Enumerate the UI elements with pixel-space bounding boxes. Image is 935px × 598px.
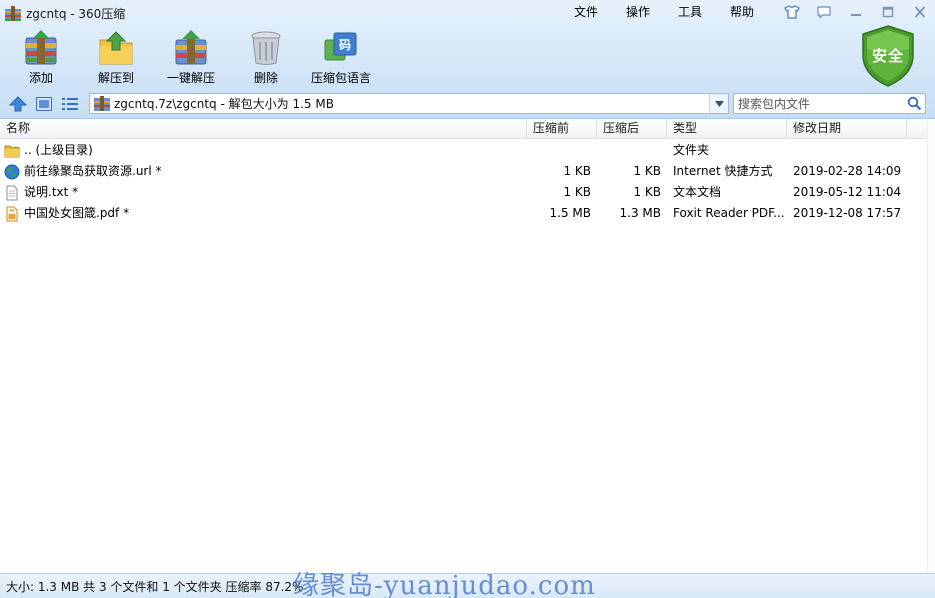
file-type: Foxit Reader PDF... <box>673 206 785 220</box>
file-packed-size: 1.3 MB <box>619 206 661 220</box>
table-row[interactable]: 说明.txt * 1 KB 1 KB 文本文档 2019-05-12 11:04 <box>0 182 935 203</box>
archive-icon <box>94 96 110 111</box>
navigation-row: zgcntq.7z\zgcntq - 解包大小为 1.5 MB <box>0 92 935 115</box>
minimize-icon <box>851 14 861 16</box>
pdf-file-icon <box>6 206 18 221</box>
column-header-packed[interactable]: 压缩后 <box>597 119 667 139</box>
menu-operation[interactable]: 操作 <box>612 4 664 20</box>
text-file-icon <box>6 185 18 200</box>
extract-to-icon <box>96 30 136 66</box>
column-header-type[interactable]: 类型 <box>667 119 787 139</box>
safety-badge[interactable]: 安全 <box>861 25 915 87</box>
close-icon <box>914 6 926 18</box>
window-title: zgcntq - 360压缩 <box>26 6 126 21</box>
title-bar: zgcntq - 360压缩 <box>5 5 125 21</box>
archive-language-label: 压缩包语言 <box>310 71 371 85</box>
extract-to-button[interactable]: 解压到 <box>74 30 158 86</box>
maximize-button[interactable] <box>872 3 904 21</box>
file-size: 1 KB <box>563 164 591 178</box>
safety-label: 安全 <box>871 47 904 65</box>
menu-help[interactable]: 帮助 <box>716 4 768 20</box>
view-thumbnail-button[interactable] <box>34 94 54 114</box>
address-path: zgcntq.7z\zgcntq - 解包大小为 1.5 MB <box>114 97 334 111</box>
column-header-date[interactable]: 修改日期 <box>787 119 907 139</box>
chevron-down-icon <box>714 100 724 107</box>
feedback-button[interactable] <box>808 3 840 21</box>
address-dropdown-button[interactable] <box>709 94 728 113</box>
file-packed-size: 1 KB <box>633 185 661 199</box>
go-up-button[interactable] <box>8 94 28 114</box>
watermark-text: 缘聚岛-yuanjudao.com <box>293 571 596 598</box>
one-click-extract-button[interactable]: 一键解压 <box>158 30 224 86</box>
list-view-icon <box>62 98 78 110</box>
archive-language-button[interactable]: 码 压缩包语言 <box>308 30 374 86</box>
minimize-button[interactable] <box>840 3 872 21</box>
delete-trash-icon <box>246 30 286 66</box>
file-size: 1.5 MB <box>549 206 591 220</box>
window-controls <box>776 3 935 21</box>
file-list: .. (上级目录) 文件夹 前往缘聚岛获取资源.url * 1 KB 1 KB … <box>0 140 935 224</box>
maximize-icon <box>882 6 894 18</box>
file-name: 前往缘聚岛获取资源.url * <box>24 164 162 178</box>
menu-bar: 文件 操作 工具 帮助 <box>560 4 768 20</box>
address-bar[interactable]: zgcntq.7z\zgcntq - 解包大小为 1.5 MB <box>89 93 729 114</box>
vertical-scrollbar[interactable] <box>927 119 935 573</box>
search-icon[interactable] <box>907 96 922 111</box>
one-click-extract-label: 一键解压 <box>166 71 215 85</box>
menu-file[interactable]: 文件 <box>560 4 612 20</box>
search-box <box>733 93 926 114</box>
file-date <box>793 140 913 161</box>
file-type: 文本文档 <box>673 185 722 199</box>
toolbar: 添加 解压到 一键解压 删除 码 压缩包语言 <box>8 30 374 86</box>
table-row[interactable]: 前往缘聚岛获取资源.url * 1 KB 1 KB Internet 快捷方式 … <box>0 161 935 182</box>
arrow-up-icon <box>9 96 27 112</box>
tshirt-icon <box>784 5 800 19</box>
view-list-button[interactable] <box>60 94 80 114</box>
table-row[interactable]: 中国处女图箴.pdf * 1.5 MB 1.3 MB Foxit Reader … <box>0 203 935 224</box>
add-button-label: 添加 <box>28 71 53 85</box>
archive-language-icon: 码 <box>321 30 361 66</box>
column-header-name[interactable]: 名称 <box>0 119 527 139</box>
file-name: 中国处女图箴.pdf * <box>24 206 130 220</box>
search-input[interactable] <box>734 94 904 113</box>
app-icon <box>5 5 21 21</box>
file-size <box>528 140 591 161</box>
file-packed-size <box>598 140 661 161</box>
file-packed-size: 1 KB <box>633 164 661 178</box>
file-date: 2019-12-08 17:57 <box>793 206 902 220</box>
thumbnail-view-icon <box>36 97 52 111</box>
skin-button[interactable] <box>776 3 808 21</box>
file-date: 2019-05-12 11:04 <box>793 185 902 199</box>
close-button[interactable] <box>904 3 935 21</box>
add-button[interactable]: 添加 <box>8 30 74 86</box>
title-and-toolbar-area: zgcntq - 360压缩 文件 操作 工具 帮助 添加 解压到 一键解压 删… <box>0 0 935 119</box>
menu-tools[interactable]: 工具 <box>664 4 716 20</box>
delete-button[interactable]: 删除 <box>224 30 308 86</box>
file-list-header: 名称 压缩前 压缩后 类型 修改日期 <box>0 119 935 139</box>
file-type: 文件夹 <box>673 143 710 157</box>
message-icon <box>817 6 831 19</box>
add-archive-icon <box>21 30 61 66</box>
internet-shortcut-icon <box>4 164 20 179</box>
file-type: Internet 快捷方式 <box>673 164 773 178</box>
table-row[interactable]: .. (上级目录) 文件夹 <box>0 140 935 161</box>
file-date: 2019-02-28 14:09 <box>793 164 902 178</box>
folder-icon <box>4 145 20 157</box>
file-size: 1 KB <box>563 185 591 199</box>
column-header-size[interactable]: 压缩前 <box>527 119 597 139</box>
svg-text:码: 码 <box>339 38 351 52</box>
file-name: 说明.txt * <box>24 185 79 199</box>
file-name: .. (上级目录) <box>24 143 93 157</box>
status-text: 大小: 1.3 MB 共 3 个文件和 1 个文件夹 压缩率 87.2% <box>6 579 304 594</box>
delete-label: 删除 <box>253 71 278 85</box>
one-click-extract-icon <box>171 30 211 66</box>
extract-to-label: 解压到 <box>97 71 134 85</box>
